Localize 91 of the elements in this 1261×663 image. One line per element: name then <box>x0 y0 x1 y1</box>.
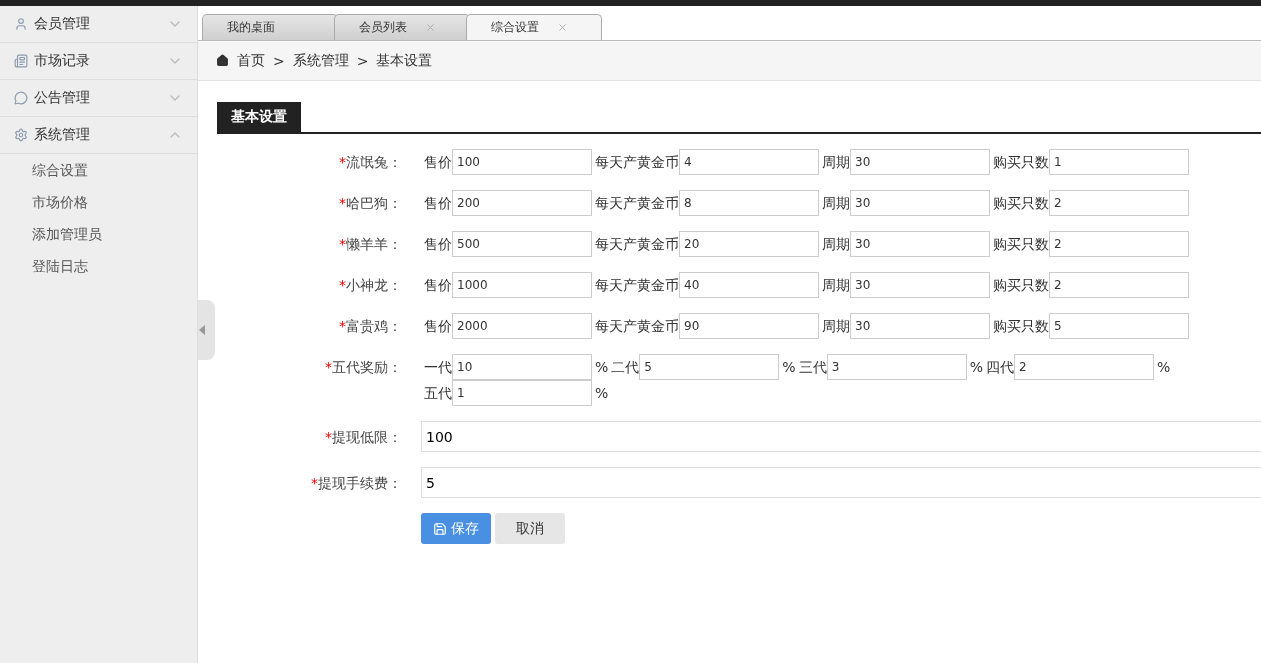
unit-label: % <box>1156 358 1171 377</box>
input-label: 购买只数 <box>993 235 1049 254</box>
input-label: 购买只数 <box>993 317 1049 336</box>
input-label: 周期 <box>822 153 850 172</box>
breadcrumb-link[interactable]: 首页 <box>237 51 265 70</box>
input-field[interactable]: 30 <box>850 149 990 175</box>
input-field[interactable]: 40 <box>679 272 819 298</box>
sidebar-item[interactable]: 公告管理 <box>0 80 197 117</box>
input-label: 购买只数 <box>993 153 1049 172</box>
input-label: 售价 <box>424 194 452 213</box>
submenu-item[interactable]: 市场价格 <box>0 186 197 218</box>
input-field[interactable]: 20 <box>679 231 819 257</box>
input-label: 每天产黄金币 <box>595 235 679 254</box>
input-field[interactable]: 4 <box>679 149 819 175</box>
input-label: 购买只数 <box>993 194 1049 213</box>
input-label: 二代 <box>611 358 640 377</box>
input-label: 售价 <box>424 317 452 336</box>
input-field[interactable]: 2000 <box>452 313 592 339</box>
input-label: 三代 <box>798 358 827 377</box>
input-field[interactable]: 30 <box>850 231 990 257</box>
input-label: 每天产黄金币 <box>595 194 679 213</box>
input-field[interactable]: 200 <box>452 190 592 216</box>
submenu-item[interactable]: 登陆日志 <box>0 250 197 282</box>
menu-item-icon <box>14 54 28 68</box>
left-triangle-icon <box>198 324 206 336</box>
input-field[interactable]: 500 <box>452 231 592 257</box>
input-field[interactable]: 2 <box>1049 231 1189 257</box>
input-label: 五代 <box>424 384 452 403</box>
input-field[interactable]: 2 <box>1049 190 1189 216</box>
tab[interactable]: 综合设置 <box>466 14 602 40</box>
input-field[interactable]: 30 <box>850 190 990 216</box>
input-field[interactable]: 100 <box>452 149 592 175</box>
save-icon <box>433 521 447 536</box>
input-field[interactable]: 90 <box>679 313 819 339</box>
input-label: 周期 <box>822 317 850 336</box>
input-field[interactable]: 8 <box>679 190 819 216</box>
input-field[interactable]: 2 <box>1049 272 1189 298</box>
unit-label: % <box>595 384 609 403</box>
field-label: *流氓兔： <box>338 153 402 172</box>
input-label: 每天产黄金币 <box>595 153 679 172</box>
breadcrumb-separator: > <box>273 52 285 69</box>
field-label: *小神龙： <box>338 276 402 295</box>
breadcrumb-link[interactable]: 基本设置 <box>376 51 433 70</box>
input-field[interactable]: 5 <box>421 467 1261 498</box>
field-label: *懒羊羊： <box>338 235 402 254</box>
input-label: 周期 <box>822 235 850 254</box>
input-field[interactable]: 100 <box>421 421 1261 452</box>
field-label: *富贵鸡： <box>338 317 402 336</box>
field-label: *提现低限： <box>324 427 402 447</box>
input-field[interactable]: 30 <box>850 272 990 298</box>
collapse-handle[interactable] <box>198 300 215 360</box>
menu-item-icon <box>14 91 28 105</box>
home-icon <box>216 54 229 67</box>
input-label: 每天产黄金币 <box>595 276 679 295</box>
input-label: 售价 <box>424 235 452 254</box>
close-icon[interactable] <box>425 22 436 33</box>
submenu-item[interactable]: 综合设置 <box>0 154 197 186</box>
input-field[interactable]: 3 <box>826 354 967 380</box>
input-label: 四代 <box>985 358 1014 377</box>
breadcrumb-link[interactable]: 系统管理 <box>292 51 349 70</box>
sidebar-item[interactable]: 会员管理 <box>0 6 197 43</box>
input-field[interactable]: 1000 <box>452 272 592 298</box>
input-label: 售价 <box>424 276 452 295</box>
input-label: 周期 <box>822 194 850 213</box>
field-label: *提现手续费： <box>310 473 402 493</box>
input-field[interactable]: 5 <box>1049 313 1189 339</box>
field-label: *五代奖励： <box>324 358 402 377</box>
input-label: 一代 <box>424 358 452 377</box>
sidebar-item[interactable]: 市场记录 <box>0 43 197 80</box>
input-label: 周期 <box>822 276 850 295</box>
input-label: 售价 <box>424 153 452 172</box>
input-field[interactable]: 2 <box>1013 354 1154 380</box>
field-label: *哈巴狗： <box>338 194 402 213</box>
cancel-button[interactable]: 取消 <box>495 513 565 544</box>
input-field[interactable]: 1 <box>1049 149 1189 175</box>
input-label: 每天产黄金币 <box>595 317 679 336</box>
input-field[interactable]: 1 <box>452 380 592 406</box>
section-title: 基本设置 <box>217 102 301 132</box>
unit-label: % <box>595 358 609 377</box>
input-field[interactable]: 5 <box>639 354 780 380</box>
close-icon[interactable] <box>557 22 568 33</box>
input-label: 购买只数 <box>993 276 1049 295</box>
sidebar-item[interactable]: 系统管理 <box>0 117 197 154</box>
menu-item-icon <box>14 128 28 142</box>
menu-item-icon <box>14 17 28 31</box>
breadcrumb-separator: > <box>356 52 369 69</box>
unit-label: % <box>782 358 796 377</box>
input-field[interactable]: 10 <box>452 354 592 380</box>
unit-label: % <box>969 358 983 377</box>
submenu-item[interactable]: 添加管理员 <box>0 218 197 250</box>
input-field[interactable]: 30 <box>850 313 990 339</box>
